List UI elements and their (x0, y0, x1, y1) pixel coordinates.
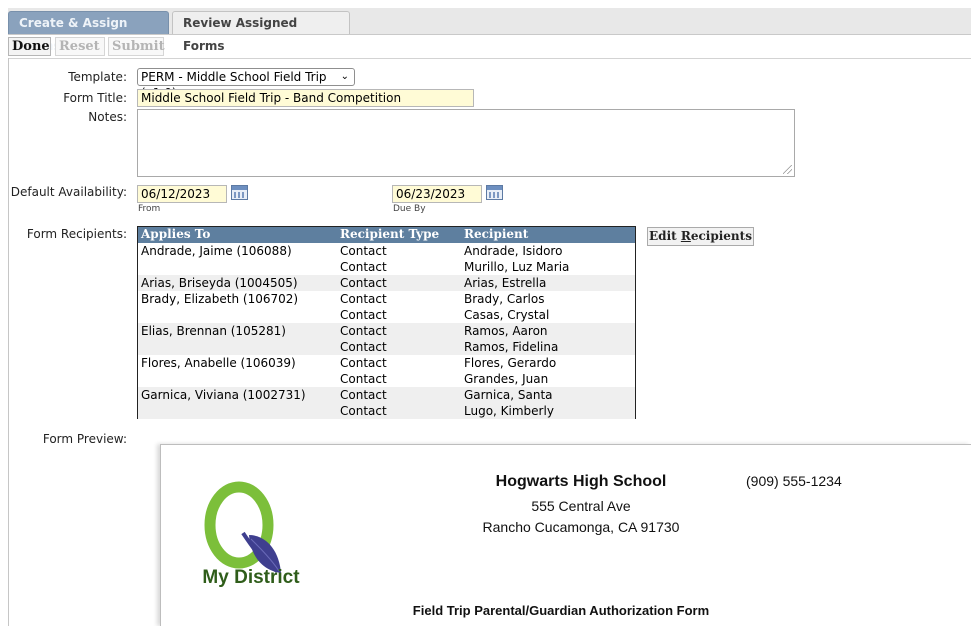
recipient-type-cell: Contact (340, 372, 387, 386)
recipient-cell: Arias, Estrella (464, 276, 547, 290)
default-availability-label: Default Availability: (10, 185, 127, 199)
table-row: Contact Lugo, Kimberly (138, 403, 635, 419)
recipients-table-header: Applies To Recipient Type Recipient (138, 227, 635, 243)
tab-create-assign-forms[interactable]: Create & Assign Forms (8, 11, 169, 53)
template-select[interactable]: PERM - Middle School Field Trip (v1.0) ⌄ (137, 68, 355, 100)
form-title-label: Form Title: (63, 91, 127, 105)
recipient-cell: Ramos, Aaron (464, 324, 548, 338)
table-row: Garnica, Viviana (1002731) Contact Garni… (138, 387, 635, 403)
applies-to-cell: Flores, Anabelle (106039) (141, 356, 296, 370)
edit-recipients-label-post: ecipients (690, 229, 752, 243)
recipient-type-cell: Contact (340, 388, 387, 402)
recipient-cell: Flores, Gerardo (464, 356, 557, 370)
applies-to-cell: Brady, Elizabeth (106702) (141, 292, 299, 306)
table-row: Contact Casas, Crystal (138, 307, 635, 323)
recipient-cell: Grandes, Juan (464, 372, 549, 386)
recipient-cell: Lugo, Kimberly (464, 404, 554, 418)
table-row: Contact Murillo, Luz Maria (138, 259, 635, 275)
table-row: Brady, Elizabeth (106702) Contact Brady,… (138, 291, 635, 307)
recipient-type-cell: Contact (340, 292, 387, 306)
column-header-recipient-type: Recipient Type (340, 227, 440, 241)
recipient-type-cell: Contact (340, 356, 387, 370)
table-row: Contact Grandes, Juan (138, 371, 635, 387)
recipient-type-cell: Contact (340, 276, 387, 290)
applies-to-cell: Garnica, Viviana (1002731) (141, 388, 306, 402)
submit-button[interactable]: Submit (108, 37, 165, 56)
logo-text: My District (202, 567, 300, 588)
recipient-cell: Brady, Carlos (464, 292, 545, 306)
toolbar-divider (8, 58, 971, 59)
table-row: Contact Ramos, Fidelina (138, 339, 635, 355)
recipient-type-cell: Contact (340, 244, 387, 258)
resize-grip-icon[interactable] (783, 165, 792, 174)
edit-recipients-label-pre: Edit (649, 229, 681, 243)
calendar-icon[interactable] (486, 185, 503, 200)
applies-to-cell: Andrade, Jaime (106088) (141, 244, 292, 258)
form-preview-panel: My District Hogwarts High School 555 Cen… (160, 444, 971, 626)
form-recipients-label: Form Recipients: (26, 227, 127, 241)
table-row: Andrade, Jaime (106088) Contact Andrade,… (138, 243, 635, 259)
table-row: Flores, Anabelle (106039) Contact Flores… (138, 355, 635, 371)
recipient-type-cell: Contact (340, 324, 387, 338)
applies-to-cell: Elias, Brennan (105281) (141, 324, 286, 338)
tab-review-assigned-forms[interactable]: Review Assigned Forms (172, 11, 350, 53)
notes-textarea[interactable] (137, 109, 795, 177)
column-header-applies-to: Applies To (141, 227, 211, 241)
recipient-type-cell: Contact (340, 404, 387, 418)
tab-bar: Create & Assign Forms Review Assigned Fo… (8, 8, 971, 53)
calendar-icon[interactable] (231, 185, 248, 200)
table-row: Elias, Brennan (105281) Contact Ramos, A… (138, 323, 635, 339)
notes-label: Notes: (88, 110, 127, 124)
chevron-down-icon: ⌄ (340, 71, 349, 82)
from-date-input[interactable]: 06/12/2023 (137, 185, 227, 203)
recipient-cell: Andrade, Isidoro (464, 244, 563, 258)
recipient-cell: Garnica, Santa (464, 388, 553, 402)
recipient-cell: Ramos, Fidelina (464, 340, 559, 354)
edit-recipients-button[interactable]: Edit Recipients (647, 227, 754, 246)
recipient-type-cell: Contact (340, 308, 387, 322)
content-left-border (8, 58, 9, 626)
recipient-cell: Murillo, Luz Maria (464, 260, 570, 274)
form-title-input[interactable]: Middle School Field Trip - Band Competit… (137, 89, 474, 107)
recipients-table: Applies To Recipient Type Recipient Andr… (137, 226, 636, 419)
school-phone: (909) 555-1234 (746, 473, 842, 489)
edit-recipients-access-key: R (680, 229, 691, 243)
form-preview-label: Form Preview: (42, 432, 127, 446)
recipient-type-cell: Contact (340, 260, 387, 274)
template-label: Template: (68, 70, 127, 84)
form-heading: Field Trip Parental/Guardian Authorizati… (412, 603, 710, 618)
recipient-type-cell: Contact (340, 340, 387, 354)
recipient-cell: Casas, Crystal (464, 308, 550, 322)
address-line-1: 555 Central Ave (531, 498, 631, 514)
reset-button[interactable]: Reset (55, 37, 105, 56)
due-date-input[interactable]: 06/23/2023 (392, 185, 482, 203)
done-button[interactable]: Done (8, 37, 51, 56)
address-line-2: Rancho Cucamonga, CA 91730 (482, 519, 680, 535)
applies-to-cell: Arias, Briseyda (1004505) (141, 276, 298, 290)
due-by-caption: Due By (393, 204, 426, 214)
school-name: Hogwarts High School (495, 473, 667, 490)
from-caption: From (138, 204, 161, 214)
table-row: Arias, Briseyda (1004505) Contact Arias,… (138, 275, 635, 291)
column-header-recipient: Recipient (464, 227, 529, 241)
